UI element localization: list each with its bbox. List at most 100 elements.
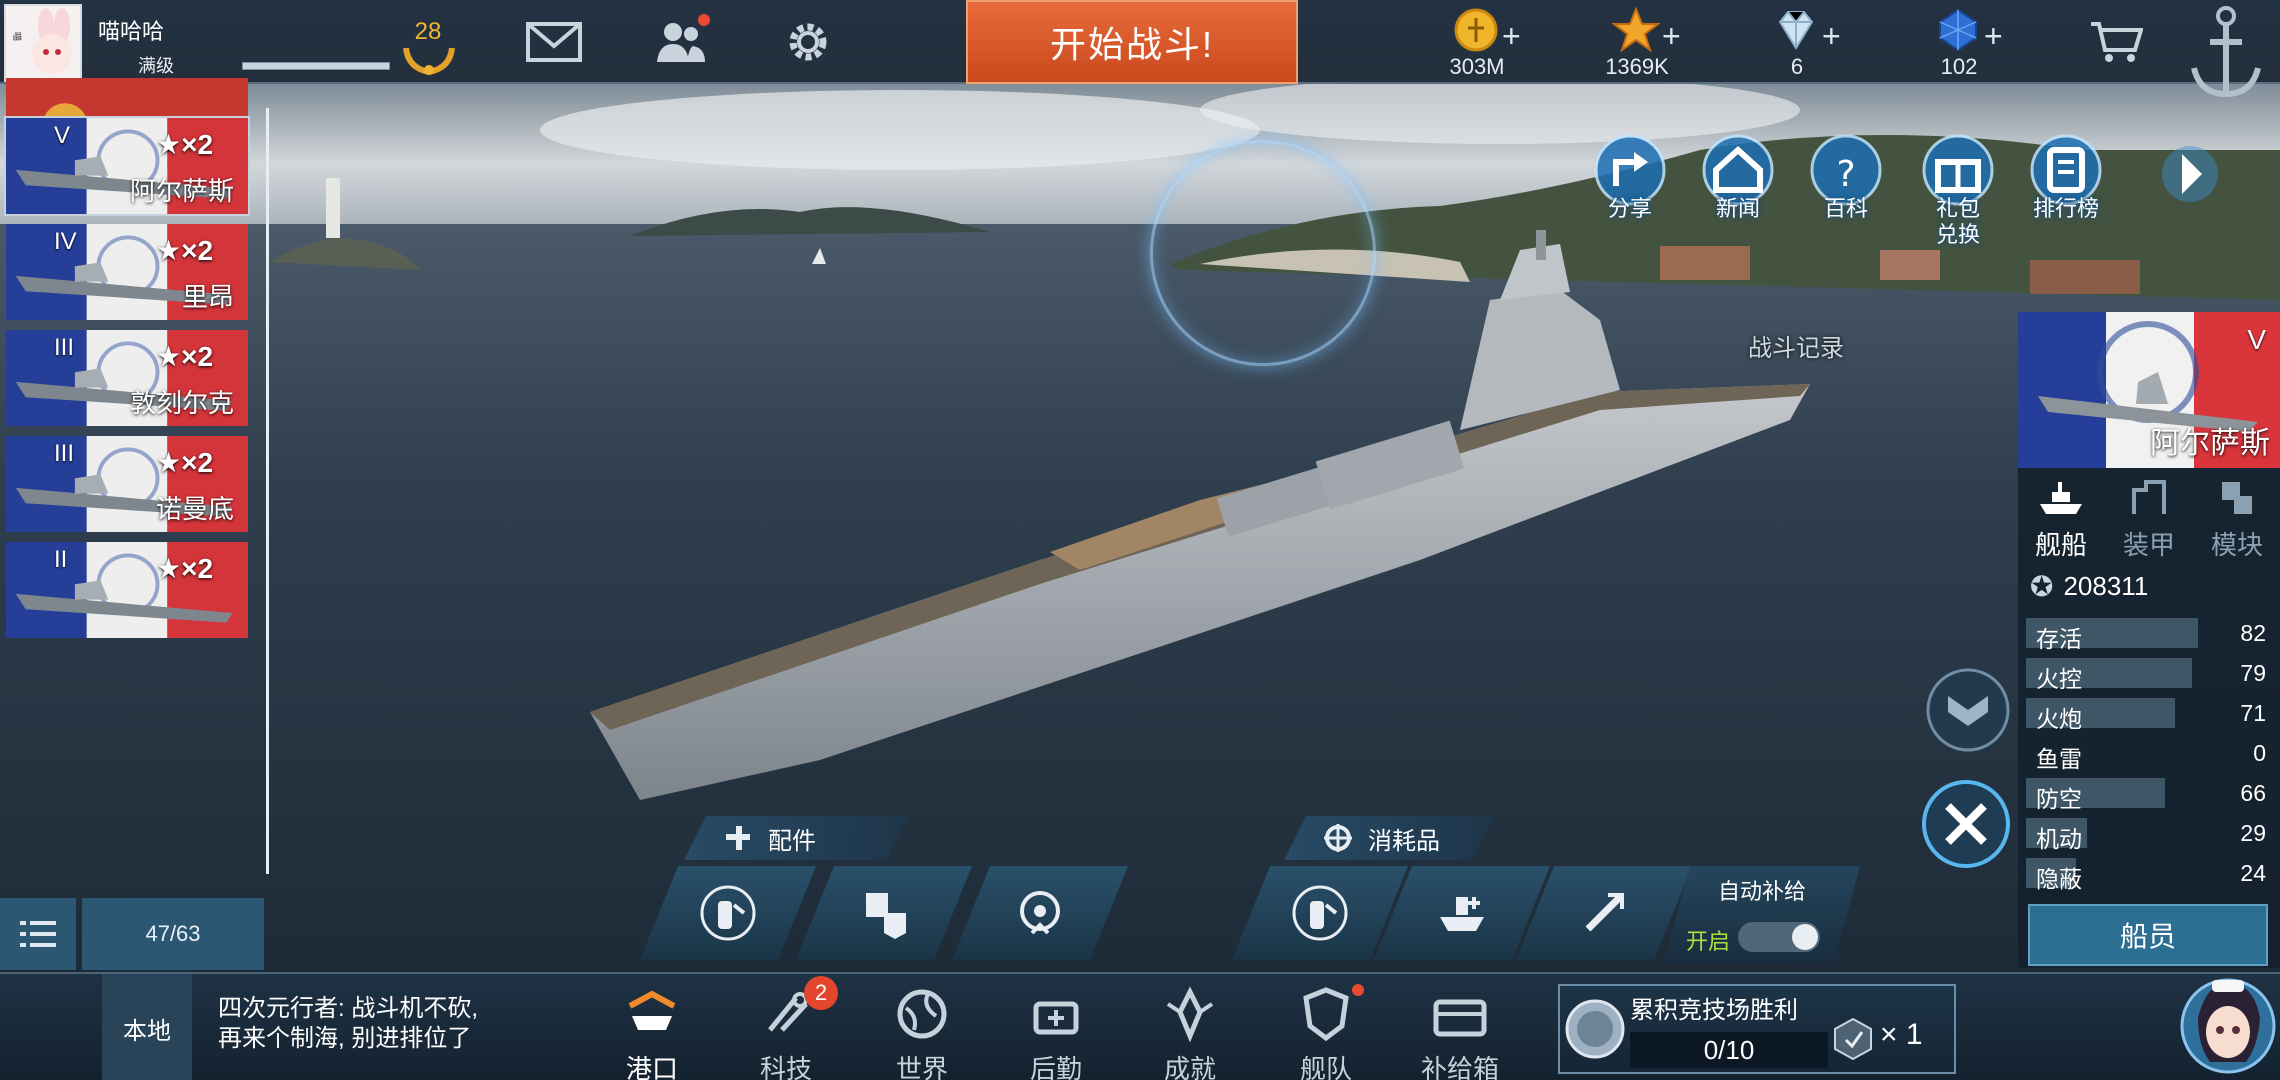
shortcut-home-news[interactable]: 新闻: [1692, 132, 1784, 236]
ship-list-scrollbar[interactable]: [266, 108, 269, 874]
top-bar: 喵 喵哈哈 满级 28 开始战斗! + 303M + 1369K + 6 + 1…: [0, 0, 2280, 98]
stat-value: 66: [2240, 780, 2266, 806]
shortcut-label: 分享: [1607, 196, 1652, 221]
tab-ship[interactable]: 舰船: [2018, 470, 2104, 560]
selected-ship-tier: V: [2247, 324, 2266, 355]
ship-tabs: 舰船 装甲 模块: [2018, 470, 2280, 560]
damage-control-icon: [1290, 883, 1350, 943]
avatar-illustration-icon: 喵: [6, 6, 80, 80]
gold-plus-icon[interactable]: +: [1502, 18, 1521, 55]
shortcut-label: 新闻: [1715, 196, 1760, 221]
ship-stack-count: ★×2: [156, 553, 214, 584]
stat-row: 火控 79: [2026, 658, 2272, 692]
chat-message[interactable]: 四次元行者: 战斗机不砍, 再来个制海, 别进排位了: [218, 994, 500, 1074]
nav-tech[interactable]: 科技 2: [726, 974, 846, 1080]
battle-record-label[interactable]: 战斗记录: [1748, 328, 1844, 363]
stat-label: 防空: [2036, 786, 2082, 812]
stat-value: 71: [2240, 700, 2266, 726]
tab-module[interactable]: 模块: [2194, 470, 2280, 560]
auto-supply-toggle[interactable]: [1738, 922, 1820, 952]
ship-stack-count: ★×2: [156, 129, 214, 160]
ship-card-tier-II[interactable]: II ★×2: [4, 540, 250, 640]
mail-button[interactable]: [524, 14, 584, 70]
player-avatar[interactable]: 喵: [4, 4, 82, 82]
gold-value: 303M: [1449, 54, 1505, 79]
shortcut-ranking[interactable]: 排行榜: [2020, 132, 2112, 236]
settings-button[interactable]: [778, 14, 838, 70]
ship-score: 208311: [2063, 570, 2149, 601]
ship-list: 鞍山V★×2阿尔萨斯IV★×2里昂III★×2敦刻尔克III★×2诺曼底II★×…: [0, 78, 269, 886]
ship-stack-count: ★×2: [156, 341, 214, 372]
shortcut-gift[interactable]: 礼包 兑换: [1912, 132, 2004, 247]
tab-armor[interactable]: 装甲: [2106, 470, 2192, 560]
gold-coin-icon: [1454, 8, 1498, 52]
stat-label: 机动: [2036, 826, 2082, 852]
menu-anchor-button[interactable]: [2184, 0, 2268, 108]
nav-fleet[interactable]: 舰队: [1266, 974, 1386, 1080]
stat-row: 火炮 71: [2026, 698, 2272, 732]
shortcut-share[interactable]: 分享: [1584, 132, 1676, 236]
blue-gem-plus-icon[interactable]: +: [1984, 18, 2003, 55]
assistant-character-avatar[interactable]: [2176, 966, 2280, 1080]
auto-supply-label: 自动补给: [1717, 879, 1806, 904]
auto-supply-panel: 自动补给 开启: [1664, 866, 1860, 962]
ship-tier: IV: [54, 228, 77, 255]
nav-label: 科技: [759, 1054, 812, 1080]
nav-label: 舰队: [1299, 1054, 1352, 1080]
diamond-plus-icon[interactable]: +: [1822, 18, 1841, 55]
list-view-button[interactable]: [0, 898, 76, 970]
shortcut-question-book[interactable]: ? 百科: [1800, 132, 1892, 236]
nav-label: 成就: [1163, 1054, 1216, 1080]
nav-harbor[interactable]: 港口: [592, 974, 712, 1080]
xp-bar: [242, 62, 390, 70]
star-value: 1369K: [1605, 54, 1669, 79]
ship-tier: II: [54, 546, 68, 573]
star-resource[interactable]: + 1369K: [1562, 4, 1712, 82]
nav-world[interactable]: 世界: [862, 974, 982, 1080]
gold-resource[interactable]: + 303M: [1402, 4, 1552, 82]
start-battle-button[interactable]: 开始战斗!: [966, 0, 1298, 84]
svg-text:喵: 喵: [11, 32, 22, 41]
supply-box-icon: [1433, 999, 1487, 1037]
diamond-resource[interactable]: + 6: [1722, 4, 1872, 82]
svg-text:?: ?: [1836, 154, 1855, 195]
ship-tier: V: [54, 122, 71, 149]
stat-label: 隐蔽: [2036, 866, 2082, 892]
ship-card-阿尔萨斯[interactable]: V ★×2 阿尔萨斯: [4, 116, 250, 216]
stat-value: 79: [2240, 660, 2266, 686]
gear-icon: [789, 23, 827, 61]
ship-count-button[interactable]: 47/63: [82, 898, 264, 970]
nav-logistics[interactable]: 后勤: [996, 974, 1116, 1080]
shortcut-label: 排行榜: [2032, 196, 2099, 221]
consumables-icon: [1322, 822, 1354, 854]
nav-achievement[interactable]: 成就: [1130, 974, 1250, 1080]
ship-card-诺曼底[interactable]: III ★×2 诺曼底: [4, 434, 250, 534]
target-ring: [1150, 140, 1376, 366]
parts-icon: [722, 822, 754, 854]
nav-supply-box[interactable]: 补给箱: [1400, 974, 1520, 1080]
friends-button[interactable]: [650, 14, 710, 70]
ship-name: 里昂: [181, 282, 234, 312]
rank-chevron-button[interactable]: [1924, 666, 2012, 754]
ship-card-里昂[interactable]: IV ★×2 里昂: [4, 222, 250, 322]
ship-card-敦刻尔克[interactable]: III ★×2 敦刻尔克: [4, 328, 250, 428]
stat-value: 82: [2240, 620, 2266, 646]
next-arrow-icon[interactable]: [2162, 132, 2224, 216]
toggle-knob: [1792, 924, 1818, 950]
shop-button[interactable]: [2086, 14, 2146, 70]
arena-quest-box[interactable]: 累积竞技场胜利 0/10 × 1: [1558, 984, 1956, 1074]
player-name: 喵哈哈: [98, 19, 165, 44]
blue-gem-resource[interactable]: + 102: [1884, 4, 2034, 82]
repair-tools-button[interactable]: [1918, 776, 2014, 872]
friends-icon: [657, 23, 705, 62]
friends-notification-dot: [698, 14, 710, 26]
arena-progress: 0/10: [1630, 1032, 1828, 1068]
achievement-icon: [1166, 986, 1214, 1043]
star-plus-icon[interactable]: +: [1662, 18, 1681, 55]
chat-channel-tab[interactable]: 本地: [102, 974, 192, 1080]
nav-label: 世界: [895, 1054, 948, 1080]
nav-label: 港口: [625, 1054, 678, 1080]
stat-value: 0: [2253, 740, 2266, 766]
rank-number: 28: [414, 18, 442, 45]
crew-button[interactable]: 船员: [2028, 904, 2268, 966]
